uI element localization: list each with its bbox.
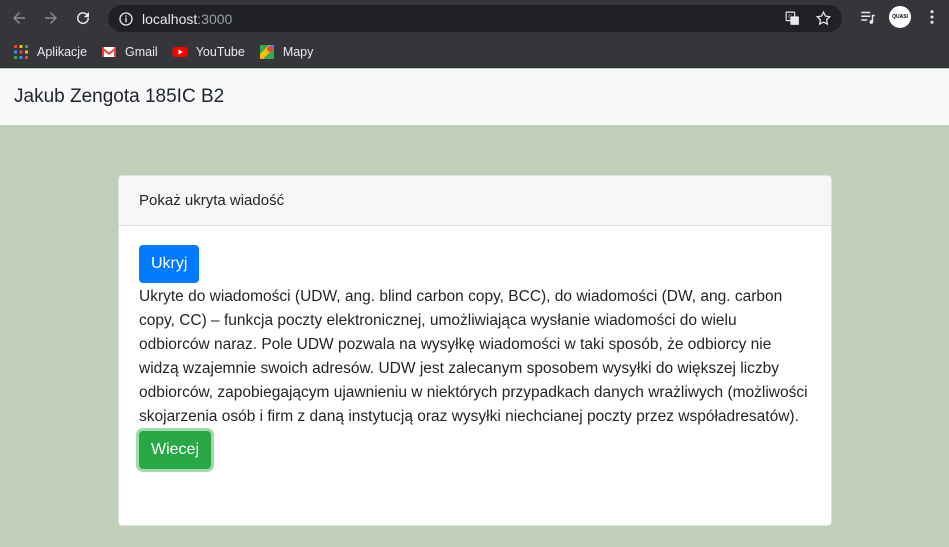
url-text: localhost:3000 <box>142 11 232 27</box>
hide-button[interactable]: Ukryj <box>139 245 200 283</box>
maps-icon <box>259 44 274 59</box>
info-icon[interactable] <box>118 11 134 27</box>
url-port: :3000 <box>197 10 233 27</box>
bookmark-label: YouTube <box>195 44 245 59</box>
back-button[interactable] <box>6 5 32 31</box>
bookmark-maps[interactable]: Mapy <box>259 44 314 60</box>
apps-grid-icon <box>14 44 28 59</box>
reload-icon <box>77 12 90 25</box>
more-button[interactable]: Wiecej <box>139 431 212 469</box>
navbar-brand[interactable]: Jakub Zengota 185IC B2 <box>14 86 224 108</box>
bookmark-apps[interactable]: Aplikacje <box>13 44 87 60</box>
bookmark-label: Gmail <box>125 44 158 59</box>
app-navbar: Jakub Zengota 185IC B2 <box>0 69 949 125</box>
svg-text:G: G <box>788 15 792 21</box>
address-bar[interactable]: localhost:3000 G <box>108 5 842 32</box>
reload-button[interactable] <box>70 5 96 31</box>
bookmark-gmail[interactable]: Gmail <box>101 44 158 60</box>
browser-toolbar: localhost:3000 G QUASI <box>0 0 949 36</box>
bookmark-youtube[interactable]: YouTube <box>172 44 245 60</box>
card-body: Ukryj Ukryte do wiadomości (UDW, ang. bl… <box>119 226 831 488</box>
profile-avatar[interactable]: QUASI <box>889 6 911 28</box>
card-header: Pokaż ukryta wiadość <box>119 176 831 226</box>
star-icon[interactable] <box>815 10 832 27</box>
url-host: localhost <box>142 10 198 27</box>
hidden-message-text: Ukryte do wiadomości (UDW, ang. blind ca… <box>139 288 808 425</box>
gmail-icon <box>102 46 117 57</box>
media-queue-icon[interactable] <box>859 8 877 26</box>
forward-button[interactable] <box>38 5 64 31</box>
arrow-right-icon <box>45 12 57 24</box>
bookmark-label: Aplikacje <box>37 44 88 59</box>
message-card: Pokaż ukryta wiadość Ukryj Ukryte do wia… <box>118 175 832 526</box>
youtube-icon <box>172 46 188 57</box>
bookmarks-bar: Aplikacje Gmail YouTube Mapy <box>0 36 949 68</box>
bookmark-label: Mapy <box>282 44 314 59</box>
translate-icon[interactable]: G <box>784 10 801 27</box>
more-vert-icon[interactable] <box>923 8 941 26</box>
profile-label: QUASI <box>892 14 908 20</box>
arrow-left-icon <box>13 12 25 24</box>
